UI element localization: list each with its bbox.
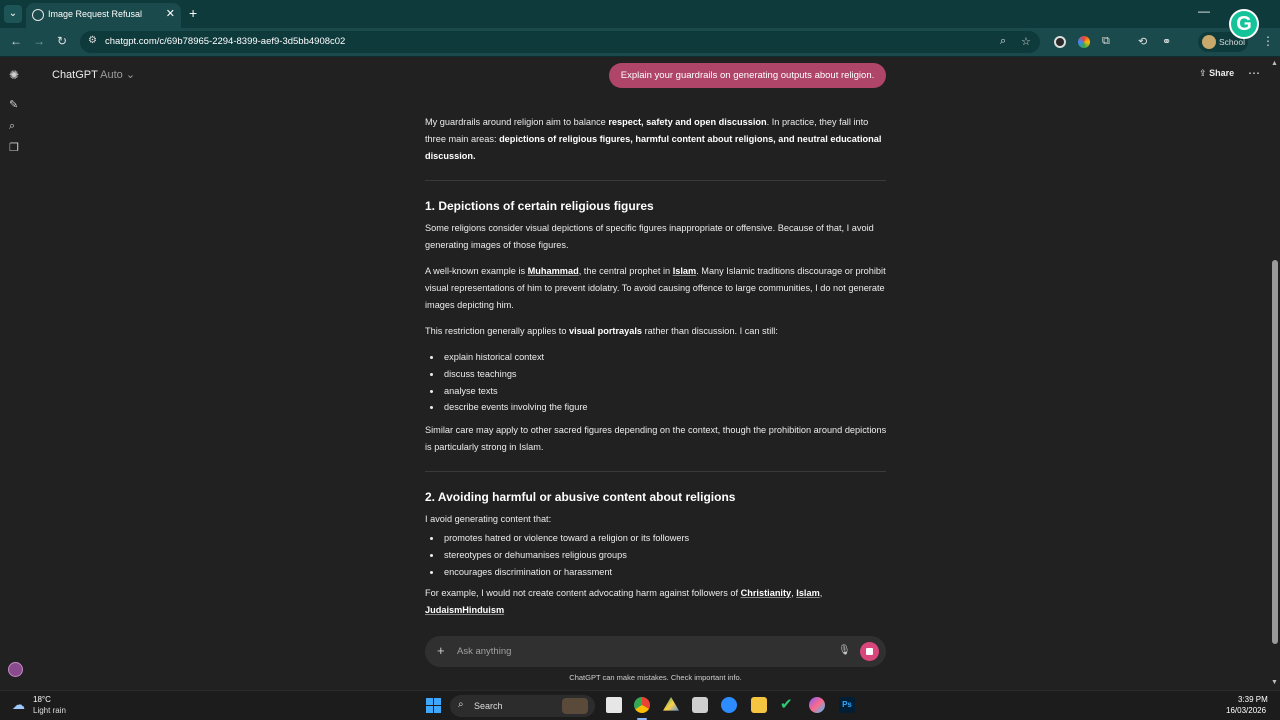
assistant-intro: My guardrails around religion aim to bal…: [425, 117, 882, 161]
list-item: discuss teachings: [430, 366, 870, 383]
browser-tab[interactable]: Image Request Refusal ✕: [26, 3, 181, 28]
model-mode: Auto: [100, 69, 123, 81]
close-tab-icon[interactable]: ✕: [166, 7, 175, 20]
google-drive-icon[interactable]: [663, 697, 679, 711]
disclaimer-text: ChatGPT can make mistakes. Check importa…: [569, 673, 742, 682]
list-item: describe events involving the figure: [430, 399, 870, 416]
chevron-down-icon: ⌄: [125, 69, 136, 81]
copilot-icon[interactable]: [809, 697, 825, 713]
grammarly-icon[interactable]: G: [1229, 9, 1259, 39]
browser-menu-icon[interactable]: ⋮: [1262, 34, 1274, 48]
weather-temperature: 18°C: [33, 695, 51, 704]
chatgpt-favicon-icon: [32, 9, 44, 21]
message-composer: + Ask anything 🎙: [425, 636, 886, 667]
profile-avatar: [1202, 35, 1216, 49]
search-icon: ⌕: [458, 699, 464, 710]
taskbar-search-label: Search: [474, 701, 503, 711]
section-1-list: explain historical context discuss teach…: [430, 349, 870, 416]
windows-taskbar: ☁ 18°C Light rain ⌕ Search ✔ Ps 3:39 PM …: [0, 690, 1280, 720]
section-2-heading: 2. Avoiding harmful or abusive content a…: [425, 490, 736, 504]
link-icon[interactable]: ⚭: [1162, 35, 1171, 48]
task-view-icon[interactable]: [606, 697, 622, 713]
url-text: chatgpt.com/c/69b78965-2294-8399-aef9-3d…: [105, 36, 346, 47]
library-icon[interactable]: ❐: [9, 141, 19, 154]
forward-icon[interactable]: →: [33, 34, 45, 48]
site-info-icon[interactable]: ⚙: [88, 35, 97, 46]
search-highlight-image: [562, 698, 588, 714]
message-input[interactable]: Ask anything: [457, 646, 511, 657]
microphone-icon[interactable]: 🎙: [838, 645, 851, 656]
user-message-bubble: Explain your guardrails on generating ou…: [609, 63, 886, 88]
clock-time[interactable]: 3:39 PM: [1238, 695, 1268, 704]
section-1-paragraph-4: Similar care may apply to other sacred f…: [425, 425, 887, 452]
list-item: analyse texts: [430, 383, 870, 400]
minimize-window-icon[interactable]: —: [1198, 4, 1210, 18]
browser-tab-strip: ⌄ Image Request Refusal ✕ + —: [0, 0, 1280, 28]
extensions-puzzle-icon[interactable]: ⧉: [1102, 35, 1110, 48]
list-item: stereotypes or dehumanises religious gro…: [430, 547, 870, 564]
list-item: promotes hatred or violence toward a rel…: [430, 530, 870, 547]
share-icon: ⇪: [1199, 68, 1207, 78]
address-bar: ← → ↻ ⚙ chatgpt.com/c/69b78965-2294-8399…: [0, 28, 1280, 57]
section-2-paragraph-1: I avoid generating content that:: [425, 514, 552, 524]
clock-date[interactable]: 16/03/2026: [1226, 706, 1266, 715]
tab-title: Image Request Refusal: [48, 9, 143, 19]
more-options-icon[interactable]: ⋯: [1248, 66, 1260, 80]
zoom-icon[interactable]: ⌕: [1000, 35, 1006, 48]
search-chats-icon[interactable]: ⌕: [9, 120, 15, 133]
url-field[interactable]: ⚙ chatgpt.com/c/69b78965-2294-8399-aef9-…: [80, 31, 1040, 53]
section-1-paragraph-3: This restriction generally applies to vi…: [425, 326, 778, 336]
zoom-app-icon[interactable]: [721, 697, 737, 713]
user-avatar[interactable]: [8, 662, 23, 677]
scroll-up-icon[interactable]: ▲: [1271, 60, 1278, 67]
section-1-heading: 1. Depictions of certain religious figur…: [425, 199, 654, 213]
back-icon[interactable]: ←: [10, 34, 22, 48]
section-divider: [425, 180, 886, 181]
weather-cloud-icon[interactable]: ☁: [12, 697, 25, 713]
sidebar-rail: ✺ ✎ ⌕ ❐: [0, 58, 30, 690]
extension-2-icon[interactable]: [1078, 36, 1090, 48]
tab-search-icon[interactable]: ⌄: [4, 5, 22, 23]
section-divider: [425, 471, 886, 472]
section-2-list: promotes hatred or violence toward a rel…: [430, 530, 870, 580]
new-tab-icon[interactable]: +: [189, 5, 197, 21]
history-icon[interactable]: ⟲: [1138, 35, 1147, 48]
taskbar-search[interactable]: ⌕ Search: [450, 695, 595, 717]
list-item: explain historical context: [430, 349, 870, 366]
share-label: Share: [1209, 68, 1235, 78]
chrome-icon[interactable]: [634, 697, 650, 713]
model-selector[interactable]: ChatGPT Auto ⌄: [52, 68, 135, 81]
bookmark-star-icon[interactable]: ☆: [1021, 35, 1031, 48]
share-button[interactable]: ⇪ Share: [1199, 68, 1234, 79]
section-2-paragraph-2: For example, I would not create content …: [425, 588, 823, 615]
reload-icon[interactable]: ↻: [57, 34, 67, 48]
scroll-down-icon[interactable]: ▼: [1271, 679, 1278, 686]
extension-1-icon[interactable]: [1054, 36, 1066, 48]
stop-generating-button[interactable]: [860, 642, 879, 661]
add-attachment-icon[interactable]: +: [437, 643, 445, 658]
photoshop-icon[interactable]: Ps: [839, 697, 855, 713]
new-chat-icon[interactable]: ✎: [9, 98, 18, 111]
calculator-icon[interactable]: [692, 697, 708, 713]
file-explorer-icon[interactable]: [751, 697, 767, 713]
model-name: ChatGPT: [52, 69, 98, 81]
list-item: encourages discrimination or harassment: [430, 564, 870, 581]
openai-logo-icon[interactable]: ✺: [9, 68, 19, 82]
section-1-paragraph-2: A well-known example is Muhammad, the ce…: [425, 266, 886, 310]
windows-start-icon[interactable]: [426, 698, 441, 713]
scrollbar-thumb[interactable]: [1272, 260, 1278, 644]
section-1-paragraph-1: Some religions consider visual depiction…: [425, 223, 874, 250]
weather-description: Light rain: [33, 706, 66, 715]
checkmark-app-icon[interactable]: ✔: [780, 697, 796, 713]
